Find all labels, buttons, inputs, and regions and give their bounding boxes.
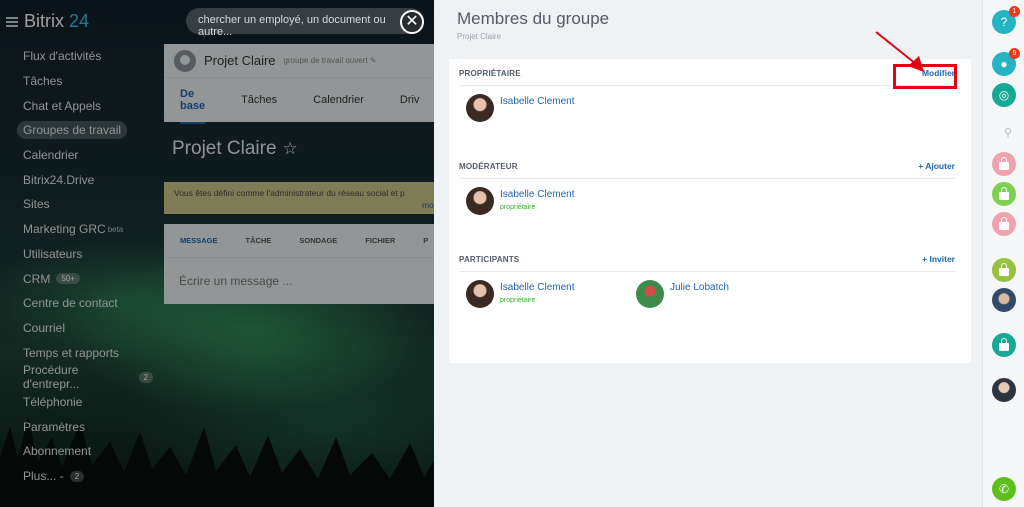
section-label: PARTICIPANTS: [459, 254, 520, 264]
member-role: propriétaire: [500, 297, 536, 304]
locked-chat-icon[interactable]: [992, 212, 1016, 236]
add-moderator-link[interactable]: + Ajouter: [918, 161, 955, 171]
member-list: Isabelle Clement: [459, 86, 955, 122]
panel-subtitle: Projet Claire: [457, 32, 502, 41]
close-icon[interactable]: ✕: [400, 10, 424, 34]
member-item[interactable]: Isabelle Clement: [459, 94, 629, 122]
lock-icon: [999, 338, 1009, 351]
avatar: [636, 280, 664, 308]
lock-icon: [999, 217, 1009, 230]
phone-icon[interactable]: ✆: [992, 477, 1016, 501]
search-input[interactable]: chercher un employé, un document ou autr…: [186, 8, 424, 38]
moderator-section: MODÉRATEUR + Ajouter Isabelle Clement pr…: [459, 154, 955, 215]
lock-icon: [999, 157, 1009, 170]
section-label: PROPRIÉTAIRE: [459, 68, 521, 78]
member-name[interactable]: Isabelle Clement: [500, 96, 574, 107]
section-header: MODÉRATEUR + Ajouter: [459, 154, 955, 179]
bell-icon[interactable]: ● 5: [992, 48, 1020, 76]
right-toolbar: ? 1 ● 5 ◎ ⚲ ✆: [982, 0, 1024, 507]
member-name[interactable]: Julie Lobatch: [670, 282, 729, 293]
help-icon[interactable]: ? 1: [992, 6, 1020, 34]
search-icon[interactable]: ⚲: [992, 115, 1016, 139]
help-badge: 1: [1009, 6, 1020, 17]
locked-chat-icon[interactable]: [992, 152, 1016, 176]
user-avatar[interactable]: [992, 378, 1016, 402]
panel-title: Membres du groupe: [457, 9, 610, 28]
member-item[interactable]: Julie Lobatch: [629, 280, 799, 308]
member-name[interactable]: Isabelle Clement: [500, 282, 574, 293]
notification-badge: 5: [1009, 48, 1020, 59]
member-role: propriétaire: [500, 204, 536, 211]
locked-chat-icon[interactable]: [992, 258, 1016, 282]
member-item[interactable]: Isabelle Clement propriétaire: [459, 280, 629, 308]
avatar: [466, 187, 494, 215]
members-card: PROPRIÉTAIRE Modifier Isabelle Clement M…: [449, 59, 971, 363]
user-avatar[interactable]: [992, 288, 1016, 312]
overlay-shade[interactable]: [0, 0, 434, 507]
lock-icon: [999, 263, 1009, 276]
lock-icon: [999, 187, 1009, 200]
chat-icon[interactable]: ◎: [992, 83, 1016, 107]
section-header: PARTICIPANTS + Inviter: [459, 247, 955, 272]
member-name[interactable]: Isabelle Clement: [500, 189, 574, 200]
member-item[interactable]: Isabelle Clement propriétaire: [459, 187, 629, 215]
locked-chat-icon[interactable]: [992, 333, 1016, 357]
annotation-arrow-icon: [875, 31, 924, 72]
locked-chat-icon[interactable]: [992, 182, 1016, 206]
participants-section: PARTICIPANTS + Inviter Isabelle Clement …: [459, 247, 955, 308]
invite-link[interactable]: + Inviter: [922, 254, 955, 264]
member-list: Isabelle Clement propriétaire: [459, 179, 955, 215]
member-list: Isabelle Clement propriétaire Julie Loba…: [459, 272, 955, 308]
members-panel: Membres du groupe Projet Claire PROPRIÉT…: [434, 0, 982, 507]
section-label: MODÉRATEUR: [459, 161, 518, 171]
avatar: [466, 94, 494, 122]
avatar: [466, 280, 494, 308]
help-glyph: ?: [1000, 15, 1008, 29]
